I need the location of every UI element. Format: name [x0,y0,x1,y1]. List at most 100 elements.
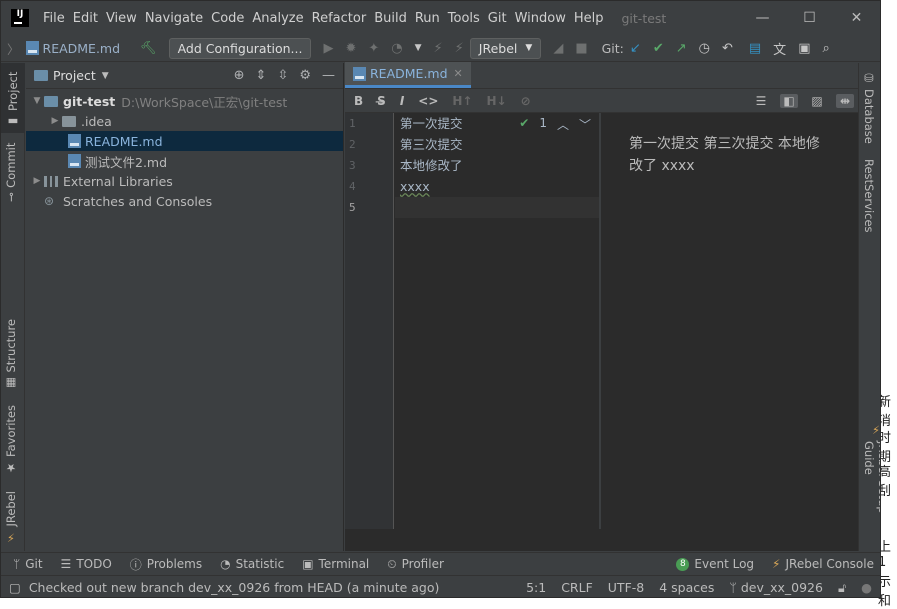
favorites-tool-tab[interactable]: ★ Favorites [4,405,18,475]
menu-window[interactable]: Window [511,11,570,26]
tree-node-root[interactable]: ▼ git-test D:\WorkSpace\正宏\git-test [26,91,343,111]
jrebel-tool-tab[interactable]: ⚡ JRebel [4,491,18,545]
terminal-window-icon[interactable]: ▣ [798,41,810,56]
search-icon[interactable]: ⌕ [822,41,829,56]
project-tool-tab[interactable]: ▬ Project [1,63,25,133]
bold-icon[interactable]: B [354,94,363,108]
collapse-all-icon[interactable]: ⇳ [277,68,288,83]
preview-only-icon[interactable]: ▨ [808,94,826,108]
remote-icon[interactable]: ◢ [553,41,563,56]
git-tool-button[interactable]: ᛘ Git [13,557,43,571]
chevron-right-icon[interactable]: ▶ [30,176,44,186]
file-encoding[interactable]: UTF-8 [608,580,644,596]
database-tool-tab[interactable]: ⛁ Database [862,71,876,144]
hide-icon[interactable]: — [322,68,335,83]
tree-node-scratches[interactable]: ⊛ Scratches and Consoles [26,191,343,211]
jrebel-dropdown[interactable]: JRebel ▼ [469,37,542,59]
tree-node-readme[interactable]: README.md [26,131,343,151]
notification-icon[interactable]: ● [861,580,872,596]
run-icon[interactable]: ▶ [323,41,333,56]
menu-build[interactable]: Build [370,11,411,26]
breadcrumb[interactable]: 〉 README.md [7,39,120,58]
strikethrough-icon[interactable]: S̶ [377,94,386,108]
code-editor[interactable]: 第一次提交 第三次提交 本地修改了 xxxx ✔ 1 ︿ ﹀ [395,113,599,529]
chevron-down-icon[interactable]: ▼ [30,96,44,106]
tree-node-test-file[interactable]: 测试文件2.md [26,151,343,171]
git-commit-icon[interactable]: ✔ [653,41,664,56]
coverage-icon[interactable]: ✦ [368,41,379,56]
translate-icon[interactable]: 文 [773,39,786,58]
close-tab-icon[interactable]: ✕ [454,67,463,80]
editor-only-icon[interactable]: ☰ [752,94,770,108]
app-logo-icon[interactable]: IJ [11,9,29,27]
menu-file[interactable]: File [39,11,69,26]
menu-git[interactable]: Git [484,11,511,26]
line-separator[interactable]: CRLF [561,580,593,596]
code-line[interactable]: 本地修改了 [395,155,599,176]
history-icon[interactable]: ◷ [699,41,710,56]
git-branch-widget[interactable]: ᛘ dev_xx_0926 [729,580,823,596]
code-line-current[interactable] [395,197,599,218]
header-up-icon[interactable]: H↑ [452,94,472,108]
link-icon[interactable]: ⊘ [521,94,531,108]
menu-tools[interactable]: Tools [444,11,484,26]
tree-node-idea[interactable]: ▶ .idea [26,111,343,131]
toggle-tool-windows-icon[interactable]: ▢ [9,580,21,595]
menu-edit[interactable]: Edit [69,11,102,26]
lock-icon[interactable]: 🔓︎ [838,580,846,596]
jrebel-setup-guide-tab[interactable]: ⚡ JRebel Setup Guide [862,423,880,551]
caret-position[interactable]: 5:1 [526,580,546,596]
inspection-widget[interactable]: ✔ 1 ︿ ﹀ [519,116,591,133]
expand-all-icon[interactable]: ⇕ [256,68,267,83]
code-line[interactable]: xxxx [395,176,599,197]
maximize-icon[interactable]: ☐ [786,1,833,35]
locate-icon[interactable]: ⊕ [234,68,245,83]
stop-icon[interactable]: ■ [575,41,587,56]
rest-services-tool-tab[interactable]: RestServices [862,159,876,233]
menu-refactor[interactable]: Refactor [308,11,371,26]
jrebel-console-button[interactable]: ⚡ JRebel Console [772,557,874,571]
git-push-icon[interactable]: ↗ [676,41,687,56]
git-update-icon[interactable]: ↙ [630,41,641,56]
project-structure-icon[interactable]: ▤ [749,41,761,56]
indent-setting[interactable]: 4 spaces [659,580,714,596]
chevron-down-icon[interactable]: ▼ [102,71,109,81]
terminal-tool-button[interactable]: ▣ Terminal [302,557,369,571]
todo-tool-button[interactable]: ☰ TODO [61,557,112,571]
menu-code[interactable]: Code [207,11,248,26]
menu-run[interactable]: Run [411,11,444,26]
editor-tab-readme[interactable]: README.md ✕ [345,62,471,88]
statistic-tool-button[interactable]: ◔ Statistic [220,557,284,571]
code-icon[interactable]: <> [418,94,438,108]
chevron-down-icon[interactable]: ﹀ [579,116,591,133]
code-line[interactable]: 第三次提交 [395,134,599,155]
menu-analyze[interactable]: Analyze [248,11,307,26]
structure-tool-tab[interactable]: ▦ Structure [4,319,18,391]
jrebel-debug-icon[interactable]: ⚡ [455,41,464,56]
header-down-icon[interactable]: H↓ [487,94,507,108]
jrebel-run-icon[interactable]: ⚡ [434,41,443,56]
event-log-button[interactable]: 8 Event Log [676,557,754,571]
problems-tool-button[interactable]: ⓘ Problems [130,556,202,573]
commit-tool-tab[interactable]: ⊸ Commit [4,143,18,202]
project-panel-title[interactable]: Project [53,68,96,83]
italic-icon[interactable]: I [400,94,404,108]
rollback-icon[interactable]: ↶ [722,41,733,56]
menu-view[interactable]: View [102,11,141,26]
profile-icon[interactable]: ◔ [391,41,402,56]
add-configuration-button[interactable]: Add Configuration... [168,37,312,59]
gear-icon[interactable]: ⚙ [299,68,311,83]
menu-navigate[interactable]: Navigate [141,11,207,26]
close-icon[interactable]: ✕ [833,1,880,35]
build-hammer-icon[interactable]: 🔨︎ [140,41,157,56]
layout-toggle-icon[interactable]: ⇹ [836,93,854,108]
tree-node-external-libraries[interactable]: ▶ External Libraries [26,171,343,191]
status-message[interactable]: Checked out new branch dev_xx_0926 from … [29,580,440,595]
profiler-tool-button[interactable]: ⏲ Profiler [387,557,444,572]
chevron-up-icon[interactable]: ︿ [557,116,569,133]
split-view-icon[interactable]: ◧ [780,93,798,108]
run-options-dropdown-icon[interactable]: ▼ [415,43,422,53]
minimize-icon[interactable]: — [739,1,786,35]
menu-help[interactable]: Help [570,11,608,26]
debug-icon[interactable]: ✹ [345,41,356,56]
